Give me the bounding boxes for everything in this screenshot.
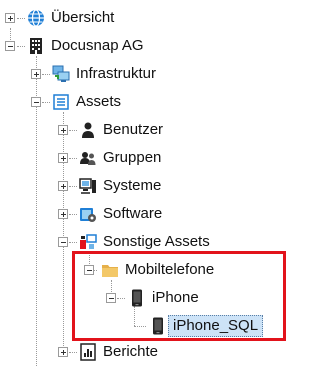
tree-item-berichte[interactable]: Berichte (79, 341, 158, 363)
tree-item-sonstige-assets[interactable]: Sonstige Assets (79, 231, 210, 253)
tree-item-label: Infrastruktur (76, 65, 157, 82)
tree-item-label: Docusnap AG (51, 37, 144, 54)
tree-item-label: Software (103, 205, 163, 222)
collapse-toggle-sonstige-assets[interactable] (58, 237, 68, 247)
tree-item-docusnap-ag[interactable]: Docusnap AG (27, 35, 144, 57)
tree-item-label: Sonstige Assets (103, 233, 210, 250)
software-icon (79, 205, 97, 223)
tree-item-infrastruktur[interactable]: Infrastruktur (52, 63, 156, 85)
tree-line (69, 214, 77, 215)
tree-item-label: Übersicht (51, 9, 115, 26)
tree-line (42, 74, 50, 75)
other-assets-icon (79, 233, 97, 251)
expand-toggle-uebersicht[interactable] (5, 13, 15, 23)
expand-toggle-infrastruktur[interactable] (31, 69, 41, 79)
tree-line (17, 46, 25, 47)
tree-line (69, 352, 77, 353)
tree-item-benutzer[interactable]: Benutzer (79, 119, 163, 141)
tree-item-software[interactable]: Software (79, 203, 162, 225)
tree-item-label: Assets (76, 93, 122, 110)
expand-toggle-gruppen[interactable] (58, 153, 68, 163)
tree-line (42, 102, 50, 103)
tree-line (69, 242, 77, 243)
tree-item-gruppen[interactable]: Gruppen (79, 147, 161, 169)
user-icon (79, 121, 97, 139)
tree-line (69, 130, 77, 131)
tree-item-label: Berichte (103, 343, 159, 360)
computer-system-icon (79, 177, 97, 195)
tree-item-assets[interactable]: Assets (52, 91, 121, 113)
highlight-frame (72, 251, 286, 341)
expand-toggle-berichte[interactable] (58, 347, 68, 357)
expand-toggle-systeme[interactable] (58, 181, 68, 191)
tree-item-label: Benutzer (103, 121, 164, 138)
network-computer-icon (52, 65, 70, 83)
tree-line (69, 186, 77, 187)
tree-item-label: Systeme (103, 177, 162, 194)
expand-toggle-benutzer[interactable] (58, 125, 68, 135)
tree-line (17, 18, 25, 19)
tree-item-systeme[interactable]: Systeme (79, 175, 161, 197)
globe-icon (27, 9, 45, 27)
asset-list-icon (52, 93, 70, 111)
tree-item-uebersicht[interactable]: Übersicht (27, 7, 114, 29)
tree-item-label: Gruppen (103, 149, 162, 166)
building-icon (27, 37, 45, 55)
report-icon (79, 343, 97, 361)
tree-line (69, 158, 77, 159)
collapse-toggle-docusnap-ag[interactable] (5, 41, 15, 51)
collapse-toggle-assets[interactable] (31, 97, 41, 107)
group-icon (79, 149, 97, 167)
tree-line (63, 112, 64, 352)
expand-toggle-software[interactable] (58, 209, 68, 219)
